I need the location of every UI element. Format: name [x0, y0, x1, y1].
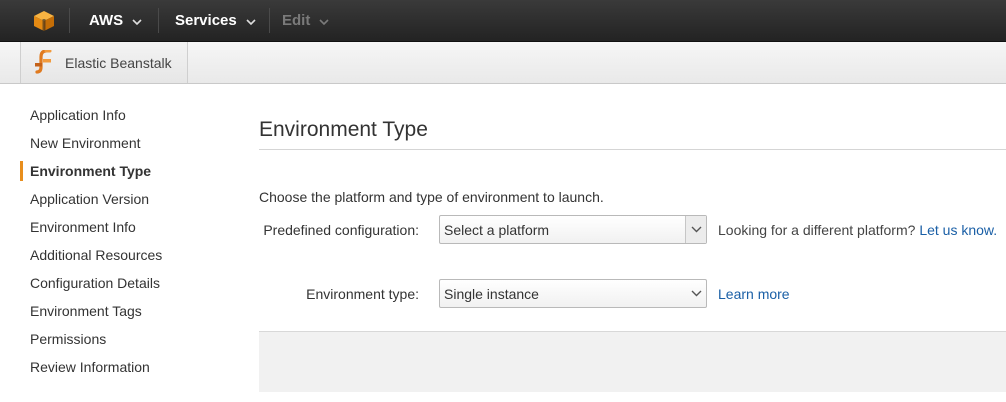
services-menu[interactable]: Services: [175, 0, 256, 41]
environment-type-label: Environment type:: [306, 286, 419, 302]
chevron-down-icon: [132, 12, 142, 29]
sidebar-item-permissions[interactable]: Permissions: [20, 325, 240, 353]
chevron-down-icon: [246, 12, 256, 29]
elastic-beanstalk-label: Elastic Beanstalk: [65, 54, 172, 71]
sidebar-item-application-version[interactable]: Application Version: [20, 185, 240, 213]
sidebar-item-review-information[interactable]: Review Information: [20, 353, 240, 381]
learn-more-container: Learn more: [718, 286, 790, 302]
chevron-down-icon: [685, 216, 706, 243]
sidebar-item-environment-info[interactable]: Environment Info: [20, 213, 240, 241]
let-us-know-link[interactable]: Let us know.: [919, 222, 997, 238]
services-menu-label: Services: [175, 12, 237, 29]
environment-type-select-value: Single instance: [444, 285, 539, 302]
learn-more-link[interactable]: Learn more: [718, 286, 790, 302]
top-nav-bar: AWS Services Edit: [0, 0, 1006, 42]
edit-menu[interactable]: Edit: [282, 0, 329, 41]
predefined-configuration-label: Predefined configuration:: [263, 222, 419, 238]
nav-divider: [269, 8, 270, 33]
aws-menu[interactable]: AWS: [89, 0, 142, 41]
elastic-beanstalk-icon: [34, 48, 54, 76]
chevron-down-icon: [319, 12, 329, 29]
nav-divider: [158, 8, 159, 33]
sidebar-item-environment-tags[interactable]: Environment Tags: [20, 297, 240, 325]
platform-select[interactable]: Select a platform: [439, 215, 707, 244]
aws-menu-label: AWS: [89, 12, 124, 29]
platform-select-value: Select a platform: [444, 221, 550, 238]
nav-divider: [69, 8, 70, 33]
intro-text: Choose the platform and type of environm…: [259, 189, 604, 205]
sidebar-item-application-info[interactable]: Application Info: [20, 101, 240, 129]
sidebar-item-new-environment[interactable]: New Environment: [20, 129, 240, 157]
sidebar-item-additional-resources[interactable]: Additional Resources: [20, 241, 240, 269]
wizard-footer: [259, 331, 1006, 392]
sidebar-item-configuration-details[interactable]: Configuration Details: [20, 269, 240, 297]
aws-cube-logo-icon[interactable]: [22, 0, 66, 41]
page-title: Environment Type: [259, 118, 428, 141]
environment-type-select[interactable]: Single instance: [439, 279, 707, 308]
platform-hint-text: Looking for a different platform?: [718, 222, 916, 238]
platform-hint: Looking for a different platform? Let us…: [718, 222, 997, 238]
wizard-steps-sidebar: Application Info New Environment Environ…: [20, 101, 240, 381]
edit-menu-label: Edit: [282, 12, 311, 29]
title-divider: [259, 149, 1006, 150]
elastic-beanstalk-tab[interactable]: Elastic Beanstalk: [20, 42, 188, 83]
sidebar-item-environment-type[interactable]: Environment Type: [20, 157, 240, 185]
chevron-down-icon: [686, 280, 706, 307]
service-shortcut-bar: Elastic Beanstalk: [0, 42, 1006, 84]
